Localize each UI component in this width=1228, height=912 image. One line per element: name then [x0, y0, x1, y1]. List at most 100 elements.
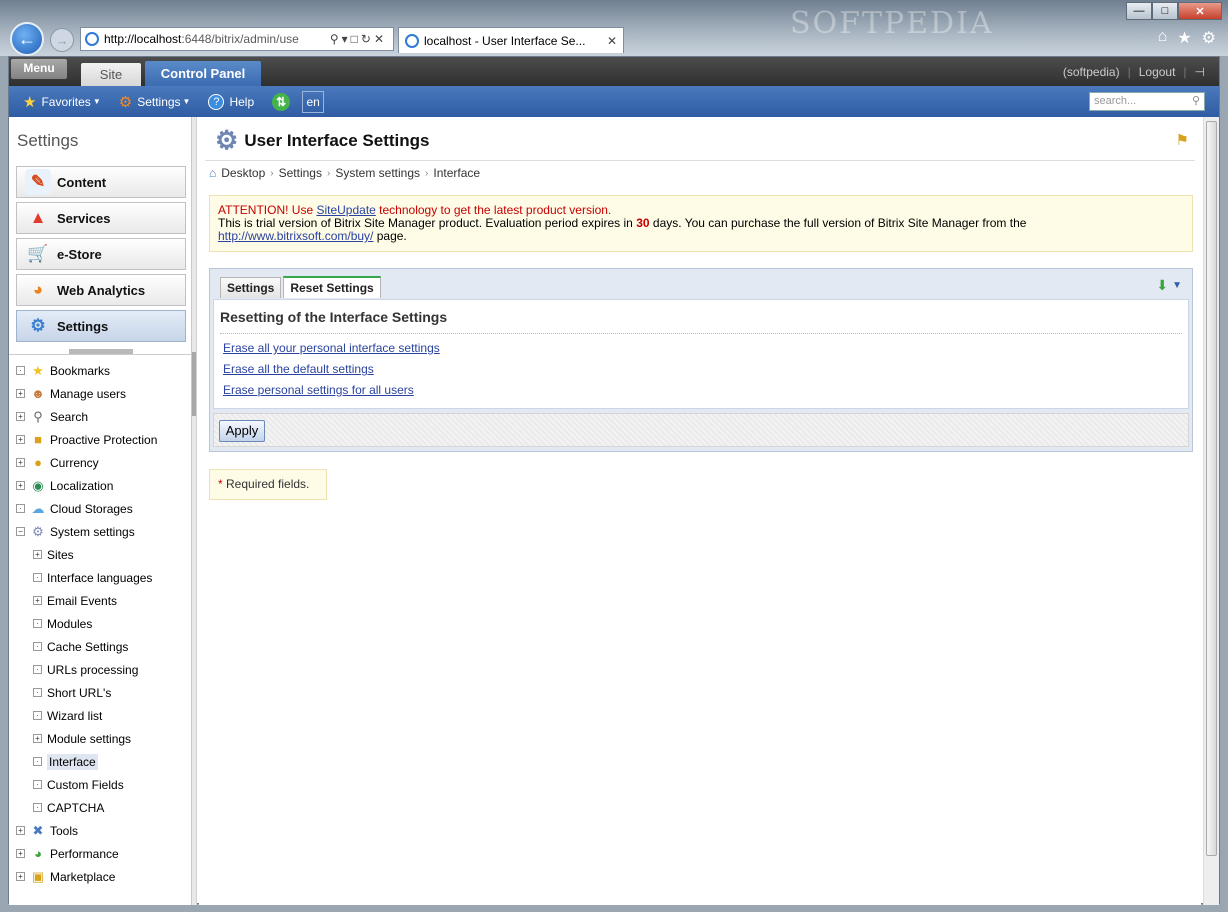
tree-item-manage-users[interactable]: + ☻ Manage users [9, 382, 192, 405]
tab-control-panel[interactable]: Control Panel [145, 61, 261, 86]
tree-toggle[interactable]: + [16, 481, 25, 490]
tree-toggle[interactable]: · [33, 803, 42, 812]
address-bar[interactable]: http://localhost:6448/bitrix/admin/use ⚲… [80, 27, 394, 51]
tree-toggle[interactable]: · [33, 665, 42, 674]
minimize-button[interactable]: — [1126, 2, 1152, 20]
tree-toggle[interactable]: · [33, 757, 42, 766]
tree-item-marketplace[interactable]: + ▣ Marketplace [9, 865, 192, 888]
tab-settings[interactable]: Settings [220, 277, 282, 298]
scrollbar[interactable] [1203, 117, 1219, 905]
language-button[interactable]: en [302, 90, 325, 113]
close-window-button[interactable]: ✕ [1178, 2, 1222, 20]
bag-icon: ▣ [31, 868, 45, 884]
logout-link[interactable]: Logout [1139, 65, 1176, 79]
vertical-splitter[interactable] [192, 117, 197, 905]
erase-all-users-link[interactable]: Erase personal settings for all users [223, 383, 414, 397]
tree-item-cache-settings[interactable]: · Cache Settings [9, 635, 192, 658]
sidebar-button-estore[interactable]: 🛒 e-Store [16, 238, 186, 270]
tree-item-currency[interactable]: + ● Currency [9, 451, 192, 474]
tree-label: Tools [50, 823, 79, 838]
tree-item-cloud-storages[interactable]: · ☁ Cloud Storages [9, 497, 192, 520]
username[interactable]: (softpedia) [1063, 65, 1120, 79]
tree-item-custom-fields[interactable]: · Custom Fields [9, 773, 192, 796]
tree-toggle[interactable]: · [16, 504, 25, 513]
gear-icon[interactable]: ⚙ [1202, 28, 1216, 48]
download-icon[interactable]: ⬇ [1156, 277, 1168, 294]
tree-item-interface-languages[interactable]: · Interface languages [9, 566, 192, 589]
tree-toggle[interactable]: · [16, 366, 25, 375]
tree-item-performance[interactable]: + ◕ Performance [9, 842, 192, 865]
tree-toggle[interactable]: · [33, 573, 42, 582]
tab-reset-settings[interactable]: Reset Settings [283, 276, 381, 298]
sidebar-button-web-analytics[interactable]: ◕ Web Analytics [16, 274, 186, 306]
button-bar: Apply [213, 413, 1189, 447]
breadcrumb-item[interactable]: System settings [335, 166, 420, 180]
tree-toggle[interactable]: · [33, 780, 42, 789]
tree-item-tools[interactable]: + ✖ Tools [9, 819, 192, 842]
tree-toggle[interactable]: + [33, 596, 42, 605]
tree-item-sites[interactable]: + Sites [9, 543, 192, 566]
tree-toggle[interactable]: · [33, 619, 42, 628]
help-button[interactable]: ? Help [208, 93, 254, 110]
erase-default-link[interactable]: Erase all the default settings [223, 362, 374, 376]
settings-menu[interactable]: ⚙ Settings ▼ [119, 93, 191, 111]
maximize-button[interactable]: □ [1152, 2, 1178, 20]
tree-item-search[interactable]: + ⚲ Search [9, 405, 192, 428]
favorites-menu[interactable]: ★ Favorites ▼ [23, 93, 101, 111]
tree-item-system-settings[interactable]: − ⚙ System settings [9, 520, 192, 543]
scrollbar-thumb[interactable] [1206, 121, 1217, 856]
lock-icon: ■ [34, 432, 42, 447]
tree-item-modules[interactable]: · Modules [9, 612, 192, 635]
tree-item-short-urls[interactable]: · Short URL's [9, 681, 192, 704]
browser-tab[interactable]: localhost - User Interface Se... ✕ [398, 27, 624, 53]
search-icon[interactable]: ⚲ [1192, 93, 1200, 110]
chevron-down-icon[interactable]: ▼ [1172, 280, 1182, 291]
tree-item-localization[interactable]: + ◉ Localization [9, 474, 192, 497]
tree-toggle[interactable]: + [16, 826, 25, 835]
buy-link[interactable]: http://www.bitrixsoft.com/buy/ [218, 229, 373, 243]
tree-item-bookmarks[interactable]: · ★ Bookmarks [9, 359, 192, 382]
sidebar-button-label: Content [57, 174, 107, 190]
tree-item-proactive-protection[interactable]: + ■ Proactive Protection [9, 428, 192, 451]
tree-toggle[interactable]: + [16, 458, 25, 467]
star-icon[interactable]: ★ [1177, 28, 1191, 48]
tree-item-wizard-list[interactable]: · Wizard list [9, 704, 192, 727]
tree-item-urls-processing[interactable]: · URLs processing [9, 658, 192, 681]
tree-toggle[interactable]: + [16, 872, 25, 881]
siteupdate-link[interactable]: SiteUpdate [316, 203, 375, 217]
close-tab-icon[interactable]: ✕ [607, 34, 617, 48]
pin-icon[interactable]: ⊣ [1195, 65, 1205, 79]
tree-toggle[interactable]: + [16, 389, 25, 398]
tree-toggle[interactable]: · [33, 711, 42, 720]
tree-toggle[interactable]: · [33, 642, 42, 651]
search-input[interactable]: search... ⚲ [1089, 92, 1205, 111]
erase-personal-link[interactable]: Erase all your personal interface settin… [223, 341, 440, 355]
sidebar-button-settings[interactable]: ⚙ Settings [16, 310, 186, 342]
tree-item-module-settings[interactable]: + Module settings [9, 727, 192, 750]
menu-button[interactable]: Menu [11, 59, 67, 79]
sidebar-button-services[interactable]: ▲ Services [16, 202, 186, 234]
apply-button[interactable]: Apply [219, 420, 265, 442]
back-button[interactable]: ← [10, 22, 44, 56]
breadcrumb-item[interactable]: Settings [279, 166, 322, 180]
tree-item-captcha[interactable]: · CAPTCHA [9, 796, 192, 819]
breadcrumb-item[interactable]: Desktop [221, 166, 265, 180]
tree-item-email-events[interactable]: + Email Events [9, 589, 192, 612]
update-icon[interactable]: ⇅ [272, 92, 291, 111]
tree-item-interface[interactable]: · Interface [9, 750, 192, 773]
tree-toggle[interactable]: − [16, 527, 25, 536]
address-controls-icon[interactable]: ⚲▾□↻✕ [324, 32, 393, 46]
home-icon[interactable]: ⌂ [1158, 28, 1168, 48]
chevron-down-icon: ▼ [92, 97, 101, 106]
tree-toggle[interactable]: + [33, 550, 42, 559]
forward-button[interactable]: → [50, 28, 74, 52]
tab-site[interactable]: Site [81, 63, 141, 86]
sidebar-button-content[interactable]: ✎ Content [16, 166, 186, 198]
tree-toggle[interactable]: · [33, 688, 42, 697]
tree-toggle[interactable]: + [16, 412, 25, 421]
sidebar-splitter[interactable] [9, 349, 192, 355]
tree-toggle[interactable]: + [33, 734, 42, 743]
tree-toggle[interactable]: + [16, 435, 25, 444]
add-favorite-icon[interactable]: ⚑ [1176, 131, 1189, 149]
tree-toggle[interactable]: + [16, 849, 25, 858]
